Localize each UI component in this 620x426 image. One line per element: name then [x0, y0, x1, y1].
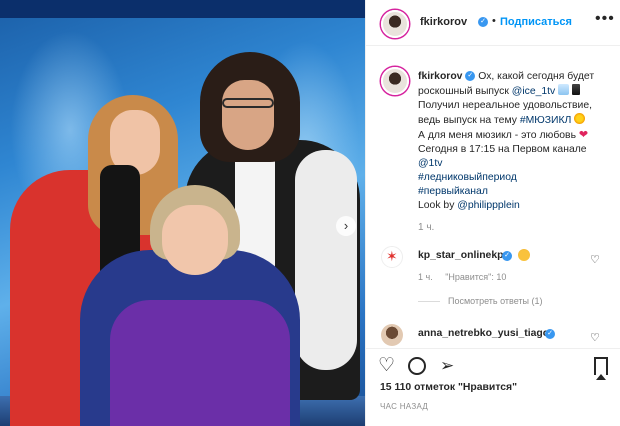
- post-sidebar: fkirkorov ✓ • Подписаться ••• fkirkorov …: [365, 0, 620, 426]
- view-replies-button[interactable]: Посмотреть ответы (1): [418, 296, 543, 306]
- woman-face-front: [162, 205, 228, 275]
- hashtag-musical[interactable]: #МЮЗИКЛ: [520, 115, 572, 126]
- caption-line-6: Сегодня в 17:15 на Первом канале: [418, 144, 587, 155]
- more-options-icon[interactable]: •••: [595, 10, 615, 28]
- verified-badge-icon: ✓: [545, 329, 555, 339]
- replies-divider: [418, 301, 440, 303]
- commenter-avatar[interactable]: [381, 324, 403, 346]
- hashtag-ice-age[interactable]: #ледниковыйпериод: [418, 171, 613, 185]
- bookmark-icon[interactable]: [594, 357, 608, 380]
- ice-skate-icon: [572, 84, 581, 95]
- caption-username[interactable]: fkirkorov: [418, 71, 462, 82]
- post-age: ЧАС НАЗАД: [380, 402, 429, 411]
- post-header: fkirkorov ✓ • Подписаться •••: [366, 0, 620, 46]
- like-heart-icon[interactable]: ♡: [378, 355, 395, 377]
- caption-timestamp[interactable]: 1 ч.: [418, 222, 434, 233]
- post-actions: ♡ ➢ 15 110 отметок "Нравится" ЧАС НАЗАД: [366, 348, 620, 426]
- caption-line-2: роскошный выпуск: [418, 86, 509, 97]
- author-username[interactable]: fkirkorov: [420, 16, 467, 28]
- verified-badge-icon: ✓: [465, 71, 476, 82]
- heart-eyes-emoji-icon: [518, 249, 530, 261]
- view-replies-label: Посмотреть ответы (1): [448, 296, 543, 306]
- share-paper-plane-icon[interactable]: ➢: [440, 355, 454, 377]
- caption-line-4: ведь выпуск на тему: [418, 115, 517, 126]
- sparkle-star-icon: [574, 113, 586, 124]
- comment-username[interactable]: anna_netrebko_yusi_tiago: [418, 328, 549, 339]
- photo-top-band: [0, 0, 365, 18]
- mention-1tv[interactable]: @1tv: [418, 157, 613, 171]
- comment-likes[interactable]: "Нравится": 10: [445, 272, 506, 282]
- header-separator: •: [492, 15, 496, 27]
- comment-bubble-icon[interactable]: [408, 357, 426, 375]
- follow-button[interactable]: Подписаться: [500, 16, 572, 28]
- mention-ice-1tv[interactable]: @ice_1tv: [512, 86, 555, 97]
- man-face: [222, 80, 274, 150]
- kp-star-logo-icon: ✶: [386, 248, 398, 264]
- likes-count[interactable]: 15 110 отметок "Нравится": [380, 382, 517, 393]
- author-avatar[interactable]: [381, 10, 409, 38]
- comment-like-heart-icon[interactable]: ♡: [590, 331, 600, 344]
- red-heart-icon: ❤: [578, 129, 589, 141]
- comment-username[interactable]: kp_star_onlinekp: [418, 250, 503, 261]
- caption-line-1: Ох, какой сегодня будет: [478, 71, 595, 82]
- woman-purple-dress: [110, 300, 290, 426]
- caption-line-3: Получил нереальное удовольствие,: [418, 100, 593, 111]
- caption-line-5: А для меня мюзикл - это любовь: [418, 130, 576, 141]
- man-glasses: [222, 98, 274, 108]
- commenter-avatar[interactable]: ✶: [381, 246, 403, 268]
- comment-meta: 1 ч. "Нравится": 10: [418, 272, 506, 282]
- mention-philippplein[interactable]: @philippplein: [457, 200, 520, 211]
- hashtag-first-channel[interactable]: #первыйканал: [418, 185, 613, 199]
- comment-time[interactable]: 1 ч.: [418, 272, 433, 282]
- post-photo[interactable]: ›: [0, 0, 365, 426]
- next-photo-chevron-icon[interactable]: ›: [336, 216, 356, 236]
- caption-author-avatar[interactable]: [381, 67, 409, 95]
- ice-cube-icon: [558, 84, 570, 95]
- post-caption: fkirkorov ✓ Ох, какой сегодня будет роск…: [418, 70, 613, 213]
- verified-badge-icon: ✓: [502, 251, 512, 261]
- look-by-label: Look by: [418, 200, 455, 211]
- verified-badge-icon: ✓: [478, 17, 488, 27]
- man-white-sleeve: [295, 150, 357, 370]
- comment-like-heart-icon[interactable]: ♡: [590, 253, 600, 266]
